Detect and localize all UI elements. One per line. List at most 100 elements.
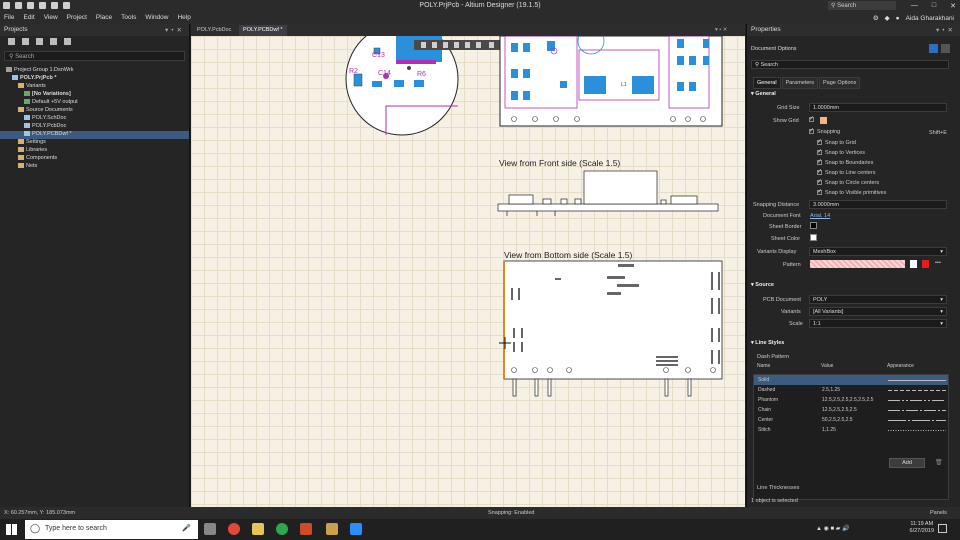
tab-poly-pcbdoc[interactable]: POLY.PcbDoc — [193, 25, 236, 36]
notifications-icon[interactable] — [938, 524, 947, 533]
delete-icon[interactable]: 🗑 — [935, 459, 943, 466]
filter-icon[interactable] — [929, 44, 938, 53]
menu-edit[interactable]: Edit — [23, 14, 34, 21]
pattern-color-swatch-red[interactable] — [922, 260, 929, 268]
options-icon[interactable] — [941, 44, 950, 53]
open-folder-icon[interactable] — [36, 38, 43, 45]
maximize-button[interactable]: □ — [932, 2, 936, 10]
line-style-row[interactable]: Stitch 1,1.25 — [754, 425, 948, 435]
settings-gear-icon[interactable] — [64, 38, 71, 45]
chrome-icon[interactable] — [228, 523, 240, 535]
sheet-color-swatch[interactable] — [810, 234, 817, 241]
user-icon[interactable]: ● — [896, 15, 900, 22]
save-project-icon[interactable] — [8, 38, 15, 45]
snap-option-checkbox[interactable]: Snap to Visible primitives — [817, 188, 886, 196]
task-view-icon[interactable] — [204, 523, 216, 535]
grid-size-input[interactable]: 1.0000mm — [809, 103, 947, 112]
tree-item[interactable]: Nets — [0, 163, 189, 171]
taskbar-search-input[interactable]: ◯ Type here to search — [25, 520, 198, 539]
projects-search-input[interactable]: ⚲ Search — [4, 51, 185, 61]
menu-project[interactable]: Project — [67, 14, 87, 21]
tab-page-options[interactable]: Page Options — [819, 77, 861, 89]
snap-option-checkbox[interactable]: Snap to Line centers — [817, 168, 875, 176]
line-style-row[interactable]: Solid — [754, 375, 948, 385]
pcb-drawing[interactable]: C13 C14 R6 R2 L1 View from Front side (S… — [191, 36, 745, 507]
front-view[interactable] — [497, 170, 719, 216]
save-all-icon[interactable] — [22, 38, 29, 45]
tree-item[interactable]: Project Group 1.DsnWrk — [0, 67, 189, 75]
tab-controls-icon[interactable]: ▾ • ✕ — [711, 25, 732, 36]
projects-panel-title: Projects — [4, 26, 28, 33]
menu-file[interactable]: File — [4, 14, 14, 21]
snap-option-checkbox[interactable]: Snap to Boundaries — [817, 158, 873, 166]
bell-icon[interactable]: ◆ — [885, 14, 890, 22]
app-green-icon[interactable] — [276, 523, 288, 535]
more-options-icon[interactable]: ••• — [935, 260, 941, 266]
show-grid-checkbox[interactable] — [809, 115, 817, 123]
pcb-document-select[interactable]: POLY ▾ — [809, 295, 947, 304]
file-explorer-icon[interactable] — [252, 523, 264, 535]
tree-item[interactable]: POLY.SchDoc — [0, 115, 189, 123]
tree-item[interactable]: Default +5V output — [0, 99, 189, 107]
menu-view[interactable]: View — [44, 14, 58, 21]
snapping-checkbox[interactable]: Snapping — [809, 127, 840, 135]
variants-select[interactable]: [All Variants] ▾ — [809, 307, 947, 316]
tree-item[interactable]: Settings — [0, 139, 189, 147]
tray-icons[interactable]: ▲ ◉ ■ ▰ 🔊 — [816, 525, 850, 532]
tree-item[interactable]: Source Documents — [0, 107, 189, 115]
altium-icon[interactable] — [326, 523, 338, 535]
tree-item[interactable]: Components — [0, 155, 189, 163]
tab-poly-pcbdwf[interactable]: POLY.PCBDwf * — [239, 25, 287, 36]
tree-item[interactable]: Variants — [0, 83, 189, 91]
general-section-header[interactable]: ▾ General — [751, 91, 776, 97]
sheet-border-swatch[interactable] — [810, 222, 817, 229]
minimize-button[interactable]: — — [911, 2, 918, 10]
tab-general[interactable]: General — [753, 77, 781, 89]
variants-display-select[interactable]: MeshBox ▾ — [809, 247, 947, 256]
tree-item[interactable]: POLY.PcbDoc — [0, 123, 189, 131]
line-style-row[interactable]: Dashed 2.5,1.25 — [754, 385, 948, 395]
pattern-preview[interactable] — [810, 260, 905, 268]
clock[interactable]: 11:19 AM 6/27/2019 — [910, 521, 934, 535]
line-style-row[interactable]: Chain 12.5,2.5,2.5,2.5 — [754, 405, 948, 415]
top-view[interactable]: L1 — [499, 36, 723, 127]
tree-item[interactable]: POLY.PCBDwf * — [0, 131, 189, 139]
user-name[interactable]: Aida Gharakhani — [906, 15, 954, 22]
windows-start-icon[interactable] — [6, 524, 17, 535]
menu-window[interactable]: Window — [145, 14, 168, 21]
snap-option-checkbox[interactable]: Snap to Vertices — [817, 148, 865, 156]
menu-help[interactable]: Help — [177, 14, 190, 21]
snap-option-checkbox[interactable]: Snap to Grid — [817, 138, 856, 146]
detail-view-circle[interactable]: C13 C14 R6 R2 — [345, 36, 459, 136]
zoom-icon[interactable] — [350, 523, 362, 535]
microphone-icon[interactable]: 🎤 — [182, 524, 191, 532]
menu-tools[interactable]: Tools — [121, 14, 136, 21]
snap-option-checkbox[interactable]: Snap to Circle centers — [817, 178, 879, 186]
document-font-link[interactable]: Arial, 14 — [810, 213, 830, 219]
tree-item[interactable]: Libraries — [0, 147, 189, 155]
drawing-canvas[interactable]: C13 C14 R6 R2 L1 View from Front side (S… — [191, 36, 745, 507]
panel-controls-icon[interactable]: ▾•✕ — [936, 26, 956, 34]
properties-search-input[interactable]: ⚲ Search — [751, 60, 949, 69]
line-style-row[interactable]: Center 50,2.5,2.5,2.5 — [754, 415, 948, 425]
line-style-row[interactable]: Phantom 12.5,2.5,2.5,2.5,2.5,2.5 — [754, 395, 948, 405]
scale-select[interactable]: 1:1 ▾ — [809, 319, 947, 328]
global-search-input[interactable]: ⚲ Search — [828, 1, 896, 10]
snapping-distance-input[interactable]: 3.0000mm — [809, 200, 947, 209]
close-button[interactable]: ✕ — [950, 2, 956, 10]
add-line-style-button[interactable]: Add — [889, 458, 925, 468]
pattern-color-swatch-white[interactable] — [910, 260, 917, 268]
grid-color-swatch[interactable] — [820, 117, 827, 124]
panel-controls-icon[interactable]: ▾•✕ — [165, 26, 185, 34]
tab-parameters[interactable]: Parameters — [781, 77, 819, 89]
bottom-view[interactable] — [503, 260, 723, 397]
tree-item[interactable]: POLY.PrjPcb * — [0, 75, 189, 83]
source-section-header[interactable]: ▾ Source — [751, 282, 774, 288]
tree-item[interactable]: [No Variations] — [0, 91, 189, 99]
line-styles-section-header[interactable]: ▾ Line Styles — [751, 340, 784, 346]
panels-button[interactable]: Panels — [930, 510, 947, 516]
add-project-icon[interactable] — [50, 38, 57, 45]
gear-icon[interactable]: ⚙ — [873, 14, 879, 22]
menu-place[interactable]: Place — [96, 14, 112, 21]
powerpoint-icon[interactable] — [300, 523, 312, 535]
